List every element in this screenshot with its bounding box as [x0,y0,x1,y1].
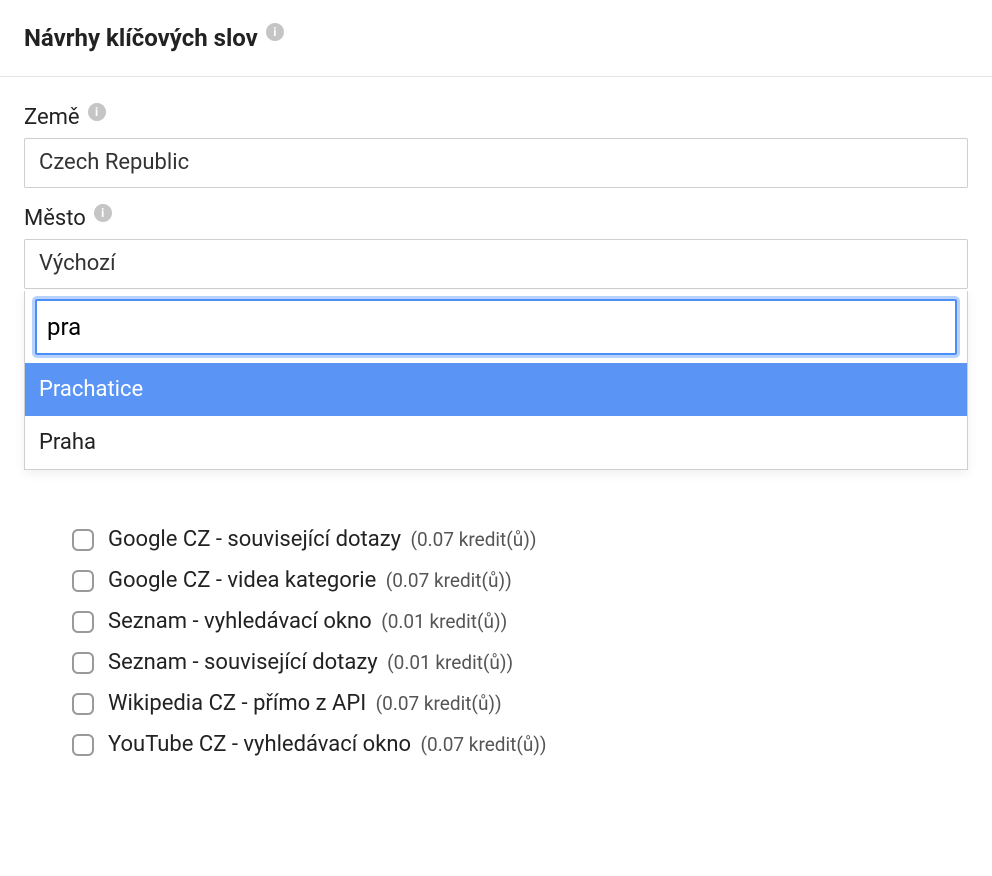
source-credit: (0.01 kredit(ů)) [387,651,513,674]
city-label-row: Město i [24,206,968,231]
page-header: Návrhy klíčových slov i [0,0,992,77]
country-select[interactable]: Czech Republic [24,138,968,188]
country-label: Země [24,105,80,130]
source-checkbox[interactable] [72,693,94,715]
city-dropdown-wrapper: Výchozí PrachaticePraha [24,239,968,289]
city-autocomplete-panel: PrachaticePraha [24,291,968,470]
source-label: Google CZ - videa kategorie (0.07 kredit… [108,568,512,593]
city-search-input[interactable] [35,299,957,355]
source-checkbox[interactable] [72,529,94,551]
source-checkbox[interactable] [72,652,94,674]
city-label: Město [24,206,86,231]
source-label: YouTube CZ - vyhledávací okno (0.07 kred… [108,732,547,757]
source-row: Seznam - související dotazy (0.01 kredit… [72,642,968,683]
source-row: Seznam - vyhledávací okno (0.01 kredit(ů… [72,601,968,642]
source-credit: (0.07 kredit(ů)) [410,528,536,551]
source-credit: (0.07 kredit(ů)) [376,692,502,715]
source-row: Google CZ - videa kategorie (0.07 kredit… [72,560,968,601]
city-options-list: PrachaticePraha [25,363,967,469]
city-field: Město i Výchozí PrachaticePraha [24,206,968,289]
info-icon[interactable]: i [88,103,106,121]
source-row: YouTube CZ - vyhledávací okno (0.07 kred… [72,724,968,765]
city-value: Výchozí [39,251,116,276]
city-option[interactable]: Prachatice [25,363,967,416]
source-checkbox[interactable] [72,570,94,592]
page-title: Návrhy klíčových slov [24,24,258,52]
source-label: Wikipedia CZ - přímo z API (0.07 kredit(… [108,691,502,716]
info-icon[interactable]: i [266,23,284,41]
info-icon[interactable]: i [94,204,112,222]
source-checkbox[interactable] [72,734,94,756]
source-credit: (0.07 kredit(ů)) [421,733,547,756]
source-label: Seznam - související dotazy (0.01 kredit… [108,650,513,675]
city-select[interactable]: Výchozí [24,239,968,289]
country-label-row: Země i [24,105,968,130]
source-credit: (0.07 kredit(ů)) [386,569,512,592]
source-credit: (0.01 kredit(ů)) [381,610,507,633]
source-label: Google CZ - související dotazy (0.07 kre… [108,527,536,552]
country-value: Czech Republic [39,150,189,175]
country-field: Země i Czech Republic [24,105,968,188]
source-checkbox[interactable] [72,611,94,633]
sources-list: Google CZ - související dotazy (0.07 kre… [0,519,992,765]
form-area: Země i Czech Republic Město i Výchozí Pr… [0,77,992,289]
source-row: Wikipedia CZ - přímo z API (0.07 kredit(… [72,683,968,724]
source-label: Seznam - vyhledávací okno (0.01 kredit(ů… [108,609,507,634]
source-row: Google CZ - související dotazy (0.07 kre… [72,519,968,560]
city-option[interactable]: Praha [25,416,967,469]
